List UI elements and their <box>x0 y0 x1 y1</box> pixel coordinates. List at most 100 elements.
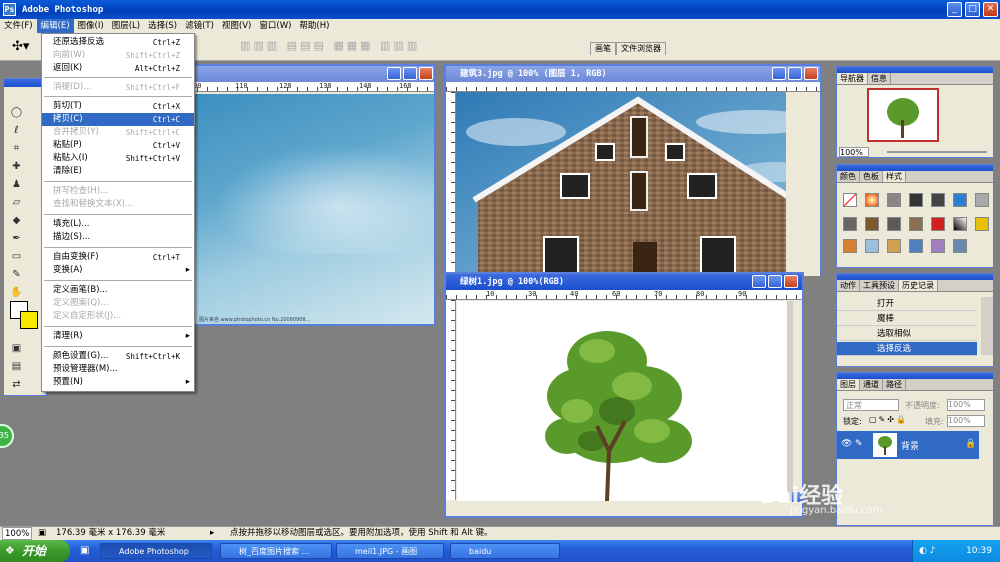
history-scrollbar[interactable] <box>981 297 993 355</box>
menu-layer[interactable]: 图层(L) <box>108 19 144 33</box>
menu-select[interactable]: 选择(S) <box>144 19 181 33</box>
screen-mode-icon[interactable]: ▤ <box>8 359 25 374</box>
menu-edit[interactable]: 编辑(E) <box>36 19 74 33</box>
style-swatch[interactable] <box>887 239 901 253</box>
jump-to-imageready-icon[interactable]: ⇄ <box>8 377 25 392</box>
style-swatch[interactable] <box>975 217 989 231</box>
eraser-tool-icon[interactable]: ▱ <box>8 195 25 210</box>
document-window-tree[interactable]: 绿树1.jpg @ 100%(RGB) 10 30 40 60 70 80 90 <box>444 272 804 518</box>
align-buttons-icon[interactable]: ▥▥▥ ▤▤▤ ▦▦▦ ▥▥▥ <box>240 39 420 52</box>
menu-window[interactable]: 窗口(W) <box>255 19 295 33</box>
style-swatch[interactable] <box>953 217 967 231</box>
start-button[interactable]: ❖ 开始 <box>0 540 70 562</box>
tab-styles[interactable]: 样式 <box>883 171 906 182</box>
minimize-button[interactable]: _ <box>947 2 962 17</box>
style-none-swatch[interactable] <box>843 193 857 207</box>
taskbar-item-browser[interactable]: 树_百度图片搜索 ... <box>220 543 332 559</box>
hand-tool-icon[interactable]: ✋ <box>8 285 25 300</box>
menu-item-undo[interactable]: 还原选择反选 Ctrl+Z <box>42 36 194 49</box>
menu-item-stroke[interactable]: 描边(S)... <box>42 231 194 244</box>
menu-item-define-pattern[interactable]: 定义图案(Q)... <box>42 297 194 310</box>
menu-item-fade[interactable]: 消褪(D)... Shift+Ctrl+F <box>42 81 194 94</box>
marquee-tool-icon[interactable]: ◯ <box>8 105 25 120</box>
stamp-tool-icon[interactable]: ♟ <box>8 177 25 192</box>
tab-channels[interactable]: 通道 <box>860 379 883 390</box>
menu-image[interactable]: 图像(I) <box>74 19 108 33</box>
show-desktop-icon[interactable]: ▣ <box>80 545 89 556</box>
menu-item-copy-merged[interactable]: 合并拷贝(Y) Shift+Ctrl+C <box>42 126 194 139</box>
history-item-select-similar[interactable]: 选取相似 <box>837 327 977 341</box>
menu-item-transform[interactable]: 变换(A) ▸ <box>42 264 194 277</box>
tab-tool-presets[interactable]: 工具预设 <box>860 280 899 291</box>
menu-item-free-transform[interactable]: 自由变换(F) Ctrl+T <box>42 251 194 264</box>
doc-minimize-button[interactable] <box>387 67 401 80</box>
menu-item-step-forward[interactable]: 向前(W) Shift+Ctrl+Z <box>42 49 194 62</box>
menu-item-paste[interactable]: 粘贴(P) Ctrl+V <box>42 139 194 152</box>
menu-item-define-brush[interactable]: 定义画笔(B)... <box>42 284 194 297</box>
fill-field[interactable]: 100% <box>947 415 985 427</box>
opacity-field[interactable]: 100% <box>947 399 985 411</box>
doc-close-button[interactable] <box>804 67 818 80</box>
taskbar-item-photoshop[interactable]: Adobe Photoshop <box>100 543 212 559</box>
healing-tool-icon[interactable]: ✚ <box>8 159 25 174</box>
menu-item-cut[interactable]: 剪切(T) Ctrl+X <box>42 100 194 113</box>
style-swatch[interactable] <box>865 239 879 253</box>
navigator-zoom-field[interactable]: 100% <box>839 147 869 157</box>
close-button[interactable]: ✕ <box>983 2 998 17</box>
style-swatch[interactable] <box>887 193 901 207</box>
doc-close-button[interactable] <box>419 67 433 80</box>
taskbar-item-paint[interactable]: meil1.JPG - 画图 <box>336 543 444 559</box>
style-swatch[interactable] <box>953 239 967 253</box>
menu-view[interactable]: 视图(V) <box>218 19 255 33</box>
tab-paths[interactable]: 路径 <box>883 379 906 390</box>
pen-tool-icon[interactable]: ✒ <box>8 231 25 246</box>
menu-filter[interactable]: 滤镜(T) <box>181 19 218 33</box>
menu-item-fill[interactable]: 填充(L)... <box>42 218 194 231</box>
doc-maximize-button[interactable] <box>788 67 802 80</box>
tab-history[interactable]: 历史记录 <box>899 280 938 291</box>
menu-item-preferences[interactable]: 预置(N) ▸ <box>42 376 194 389</box>
crop-tool-icon[interactable]: ⌗ <box>8 141 25 156</box>
layer-row-background[interactable]: 👁 ✎ 背景 🔒 <box>837 431 979 459</box>
doc-minimize-button[interactable] <box>752 275 766 288</box>
style-swatch[interactable] <box>931 193 945 207</box>
tray-icons[interactable]: ◐ ♪ <box>919 540 935 562</box>
tab-actions[interactable]: 动作 <box>837 280 860 291</box>
style-swatch[interactable] <box>909 239 923 253</box>
document-window-sky[interactable]: 90 110 120 130 140 160 图片来自 www.photopho… <box>185 64 436 326</box>
menu-item-purge[interactable]: 清理(R) ▸ <box>42 330 194 343</box>
history-item-open[interactable]: 打开 <box>837 297 977 311</box>
blur-tool-icon[interactable]: ◆ <box>8 213 25 228</box>
notes-tool-icon[interactable]: ✎ <box>8 267 25 282</box>
doc-close-button[interactable] <box>784 275 798 288</box>
doc-minimize-button[interactable] <box>772 67 786 80</box>
style-swatch[interactable] <box>843 239 857 253</box>
taskbar-item-baidu-folder[interactable]: baidu <box>450 543 560 559</box>
menu-item-define-custom-shape[interactable]: 定义自定形状(J)... <box>42 310 194 323</box>
history-item-select-inverse[interactable]: 选择反选 <box>837 342 977 356</box>
zoom-field[interactable]: 100% <box>2 527 32 540</box>
doc-maximize-button[interactable] <box>768 275 782 288</box>
tab-color[interactable]: 颜色 <box>837 171 860 182</box>
style-swatch[interactable] <box>953 193 967 207</box>
navigator-zoom-slider[interactable] <box>887 151 987 153</box>
maximize-button[interactable]: □ <box>965 2 980 17</box>
menu-item-step-back[interactable]: 返回(K) Alt+Ctrl+Z <box>42 62 194 75</box>
tab-file-browser[interactable]: 文件浏览器 <box>616 42 666 55</box>
menu-item-spell-check[interactable]: 拼写检查(H)... <box>42 185 194 198</box>
style-swatch[interactable] <box>931 217 945 231</box>
navigator-thumbnail[interactable] <box>867 88 939 142</box>
style-swatch[interactable] <box>865 193 879 207</box>
menu-item-color-settings[interactable]: 颜色设置(G)... Shift+Ctrl+K <box>42 350 194 363</box>
menu-item-clear[interactable]: 清除(E) <box>42 165 194 178</box>
shape-tool-icon[interactable]: ▭ <box>8 249 25 264</box>
style-swatch[interactable] <box>909 217 923 231</box>
doc-maximize-button[interactable] <box>403 67 417 80</box>
move-tool-icon[interactable]: ✣▾ <box>12 39 29 54</box>
menu-item-paste-into[interactable]: 粘贴入(I) Shift+Ctrl+V <box>42 152 194 165</box>
history-item-magic-wand[interactable]: 魔棒 <box>837 312 977 326</box>
tab-brushes[interactable]: 画笔 <box>590 42 616 55</box>
background-color-swatch[interactable] <box>20 311 38 329</box>
menu-item-copy[interactable]: 拷贝(C) Ctrl+C <box>42 113 194 126</box>
menu-file[interactable]: 文件(F) <box>0 19 37 33</box>
